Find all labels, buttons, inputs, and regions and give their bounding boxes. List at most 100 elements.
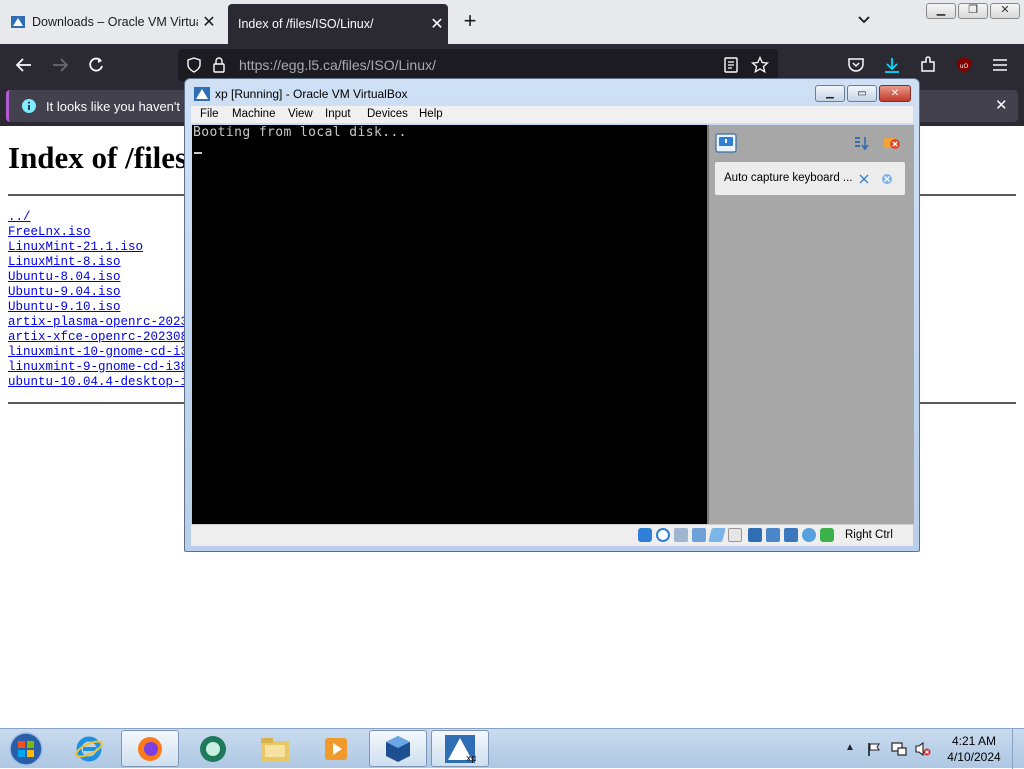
close-window-button[interactable]: ✕: [990, 3, 1020, 19]
pocket-icon[interactable]: [844, 53, 868, 77]
host-key-label: Right Ctrl: [845, 529, 893, 541]
page-title: Index of /files: [8, 140, 188, 175]
internet-explorer-icon: [75, 736, 103, 761]
extensions-icon[interactable]: [916, 53, 940, 77]
display-icon[interactable]: [748, 528, 762, 542]
file-link[interactable]: linuxmint-10-gnome-cd-i38: [8, 345, 196, 360]
video-capture-icon[interactable]: [766, 528, 780, 542]
clear-all-icon[interactable]: [883, 134, 901, 152]
menu-view[interactable]: View: [288, 108, 313, 120]
tab-list-chevron-icon[interactable]: [852, 12, 876, 32]
notice-item[interactable]: Auto capture keyboard ...: [715, 162, 905, 195]
optical-drive-icon[interactable]: [656, 528, 670, 542]
downloads-icon[interactable]: [880, 53, 904, 77]
parent-dir-link[interactable]: ../: [8, 210, 196, 225]
reader-view-icon[interactable]: [724, 57, 738, 73]
windows-start-icon: [9, 731, 43, 766]
file-link[interactable]: ubuntu-10.04.4-desktop-i3: [8, 375, 196, 390]
close-notification-icon[interactable]: ✕: [995, 96, 1008, 114]
vbox-minimize-button[interactable]: ▁: [815, 85, 845, 102]
media-player-icon: [325, 737, 347, 760]
menu-help[interactable]: Help: [419, 108, 443, 120]
virtualbox-window[interactable]: xp [Running] - Oracle VM VirtualBox ▁ ▭ …: [184, 78, 920, 552]
firefox-button[interactable]: [121, 730, 179, 767]
start-button[interactable]: [0, 730, 52, 767]
firefox-icon: [138, 736, 162, 761]
tab-index-linux[interactable]: Index of /files/ISO/Linux/ ✕: [228, 4, 448, 44]
keyboard-capture-icon[interactable]: [820, 528, 834, 542]
notice-close-icon[interactable]: [881, 173, 893, 185]
taskbar: xp ▲ 4:21 AM 4/10/2024: [0, 728, 1024, 769]
shared-folders-icon[interactable]: [728, 528, 742, 542]
url-text: https://egg.l5.ca/files/ISO/Linux/: [239, 57, 436, 73]
cpu-icon[interactable]: [784, 528, 798, 542]
file-link[interactable]: Ubuntu-8.04.iso: [8, 270, 196, 285]
xp-vm-icon: xp: [445, 734, 476, 764]
menu-input[interactable]: Input: [325, 108, 351, 120]
virtualbox-icon: [386, 735, 410, 762]
shield-icon[interactable]: [186, 57, 202, 73]
menu-devices[interactable]: Devices: [367, 108, 408, 120]
vbox-menu-bar: File Machine View Input Devices Help: [191, 106, 913, 123]
network-status-icon[interactable]: [890, 741, 908, 757]
virtualbox-favicon-icon: [11, 15, 25, 28]
volume-muted-icon[interactable]: [914, 741, 932, 757]
new-tab-button[interactable]: +: [458, 10, 482, 34]
minimize-button[interactable]: ▁: [926, 3, 956, 19]
menu-machine[interactable]: Machine: [232, 108, 275, 120]
xp-vm-taskbar-button[interactable]: xp: [431, 730, 489, 767]
file-link[interactable]: Ubuntu-9.10.iso: [8, 300, 196, 315]
file-link[interactable]: FreeLnx.iso: [8, 225, 196, 240]
url-bar[interactable]: https://egg.l5.ca/files/ISO/Linux/: [178, 49, 778, 81]
notification-panel: Auto capture keyboard ...: [707, 125, 914, 524]
tab-title: Downloads – Oracle VM Virtual: [32, 14, 198, 29]
restore-button[interactable]: ❐: [958, 3, 988, 19]
bookmark-star-icon[interactable]: [751, 56, 769, 74]
system-clock[interactable]: 4:21 AM 4/10/2024: [942, 733, 1006, 765]
audio-icon[interactable]: [674, 528, 688, 542]
forward-button[interactable]: [48, 53, 72, 77]
notice-dismiss-icon[interactable]: [858, 173, 870, 185]
notification-text: It looks like you haven't sta: [46, 99, 201, 114]
hard-disk-icon[interactable]: [638, 528, 652, 542]
show-hidden-icons-icon[interactable]: ▲: [845, 742, 855, 753]
vm-display[interactable]: Booting from local disk...: [192, 125, 707, 524]
clock-date: 4/10/2024: [947, 750, 1001, 764]
tab-downloads[interactable]: Downloads – Oracle VM Virtual ✕: [0, 3, 220, 40]
file-link[interactable]: Ubuntu-9.04.iso: [8, 285, 196, 300]
lock-icon[interactable]: [212, 57, 226, 73]
reload-button[interactable]: [84, 53, 108, 77]
file-explorer-button[interactable]: [246, 730, 304, 767]
menu-file[interactable]: File: [200, 108, 219, 120]
vbox-maximize-button[interactable]: ▭: [847, 85, 877, 102]
file-link[interactable]: artix-xfce-openrc-2023081: [8, 330, 196, 345]
svg-text:xp: xp: [466, 754, 476, 764]
usb-icon[interactable]: [708, 528, 726, 542]
hamburger-menu-icon[interactable]: [988, 53, 1012, 77]
mouse-integration-icon[interactable]: [802, 528, 816, 542]
file-link[interactable]: LinuxMint-8.iso: [8, 255, 196, 270]
back-button[interactable]: [12, 53, 36, 77]
media-player-button[interactable]: [307, 730, 365, 767]
vbox-close-button[interactable]: ✕: [879, 85, 911, 102]
file-link[interactable]: artix-plasma-openrc-20230: [8, 315, 196, 330]
virtualbox-taskbar-button[interactable]: [369, 730, 427, 767]
internet-explorer-button[interactable]: [60, 730, 118, 767]
show-desktop-button[interactable]: [1012, 729, 1024, 769]
ublock-origin-icon[interactable]: uO: [952, 53, 976, 77]
info-icon: [22, 99, 36, 113]
close-tab-icon[interactable]: ✕: [198, 12, 220, 32]
file-list: ../ FreeLnx.iso LinuxMint-21.1.iso Linux…: [8, 210, 196, 390]
notification-center-icon[interactable]: [715, 133, 737, 153]
network-icon[interactable]: [692, 528, 706, 542]
boot-message: Booting from local disk...: [193, 125, 407, 140]
file-link[interactable]: linuxmint-9-gnome-cd-i386: [8, 360, 196, 375]
close-tab-icon[interactable]: ✕: [426, 14, 448, 34]
file-link[interactable]: LinuxMint-21.1.iso: [8, 240, 196, 255]
action-center-flag-icon[interactable]: [866, 741, 882, 757]
window-title: xp [Running] - Oracle VM VirtualBox: [215, 87, 408, 101]
vbox-status-bar: Right Ctrl: [191, 524, 913, 546]
browser-tab-bar: Downloads – Oracle VM Virtual ✕ Index of…: [0, 0, 1024, 44]
app-button[interactable]: [184, 730, 242, 767]
sort-icon[interactable]: [853, 135, 869, 151]
